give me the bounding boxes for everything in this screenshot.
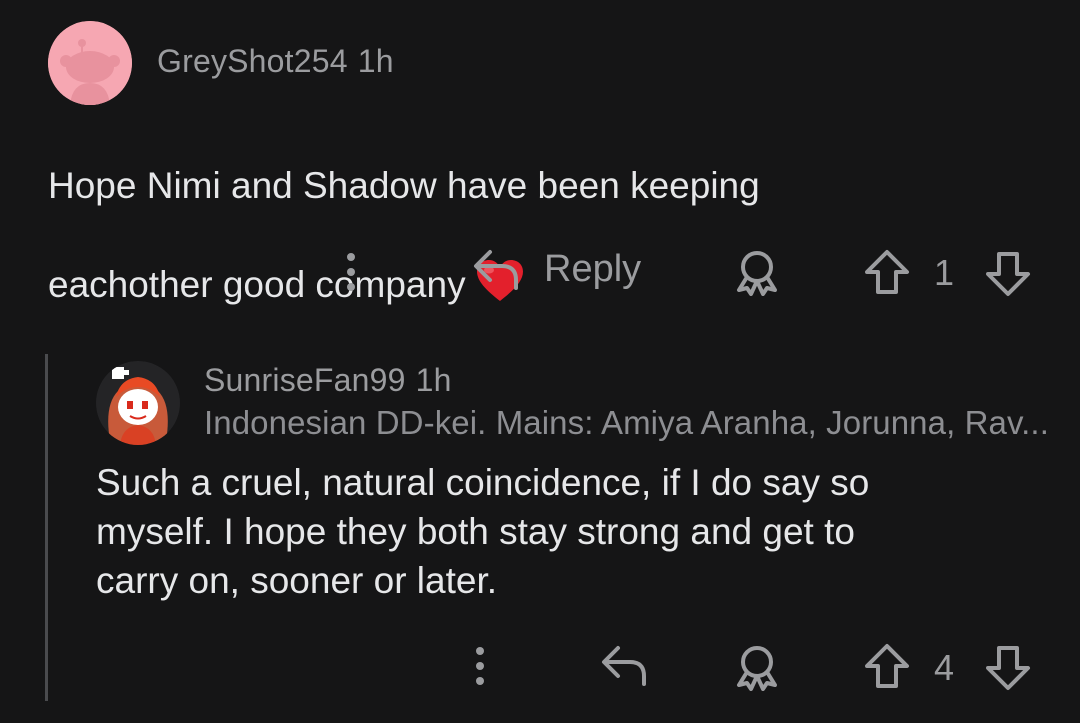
vote-count: 1: [934, 252, 955, 293]
thread-line[interactable]: [45, 354, 48, 701]
reply-button[interactable]: [600, 642, 648, 688]
upvote-button[interactable]: [864, 643, 910, 689]
upvote-arrow-icon: [865, 250, 909, 294]
award-button[interactable]: [734, 643, 780, 691]
vote-count: 4: [934, 647, 955, 688]
comment-text: Such a cruel, natural coincidence, if I …: [96, 462, 870, 601]
comment-author[interactable]: GreyShot254 1h: [157, 43, 394, 80]
downvote-arrow-icon: [986, 252, 1030, 296]
user-flair: Indonesian DD-kei. Mains: Amiya Aranha, …: [204, 404, 1049, 441]
downvote-button[interactable]: [985, 251, 1031, 297]
award-icon: [737, 646, 777, 691]
award-button[interactable]: [734, 248, 780, 296]
comment-line-text: eachother good company: [48, 264, 466, 305]
upvote-arrow-icon: [865, 644, 909, 688]
username[interactable]: SunriseFan99: [204, 362, 406, 398]
timestamp: 1h: [357, 43, 394, 79]
upvote-button[interactable]: [864, 249, 910, 295]
avatar[interactable]: [96, 361, 180, 445]
reply-arrow-icon: [602, 646, 646, 686]
more-options-button[interactable]: [469, 645, 491, 687]
downvote-arrow-icon: [986, 646, 1030, 690]
avatar[interactable]: [48, 21, 132, 105]
reply-label: Reply: [544, 247, 642, 290]
reply-arrow-icon: [474, 250, 518, 290]
more-options-button[interactable]: [340, 251, 362, 293]
more-vertical-icon: [476, 647, 484, 685]
award-icon: [737, 251, 777, 296]
snoo-avatar-icon: [48, 21, 132, 105]
downvote-button[interactable]: [985, 645, 1031, 691]
reply-button[interactable]: Reply: [472, 246, 641, 292]
user-avatar-icon: [96, 361, 180, 445]
username[interactable]: GreyShot254: [157, 43, 348, 79]
more-vertical-icon: [347, 253, 355, 291]
timestamp: 1h: [415, 362, 452, 398]
comment-author[interactable]: SunriseFan99 1h: [204, 362, 452, 399]
comment-line: Hope Nimi and Shadow have been keeping: [48, 165, 760, 206]
comment-text: Hope Nimi and Shadow have been keeping e…: [48, 112, 948, 358]
